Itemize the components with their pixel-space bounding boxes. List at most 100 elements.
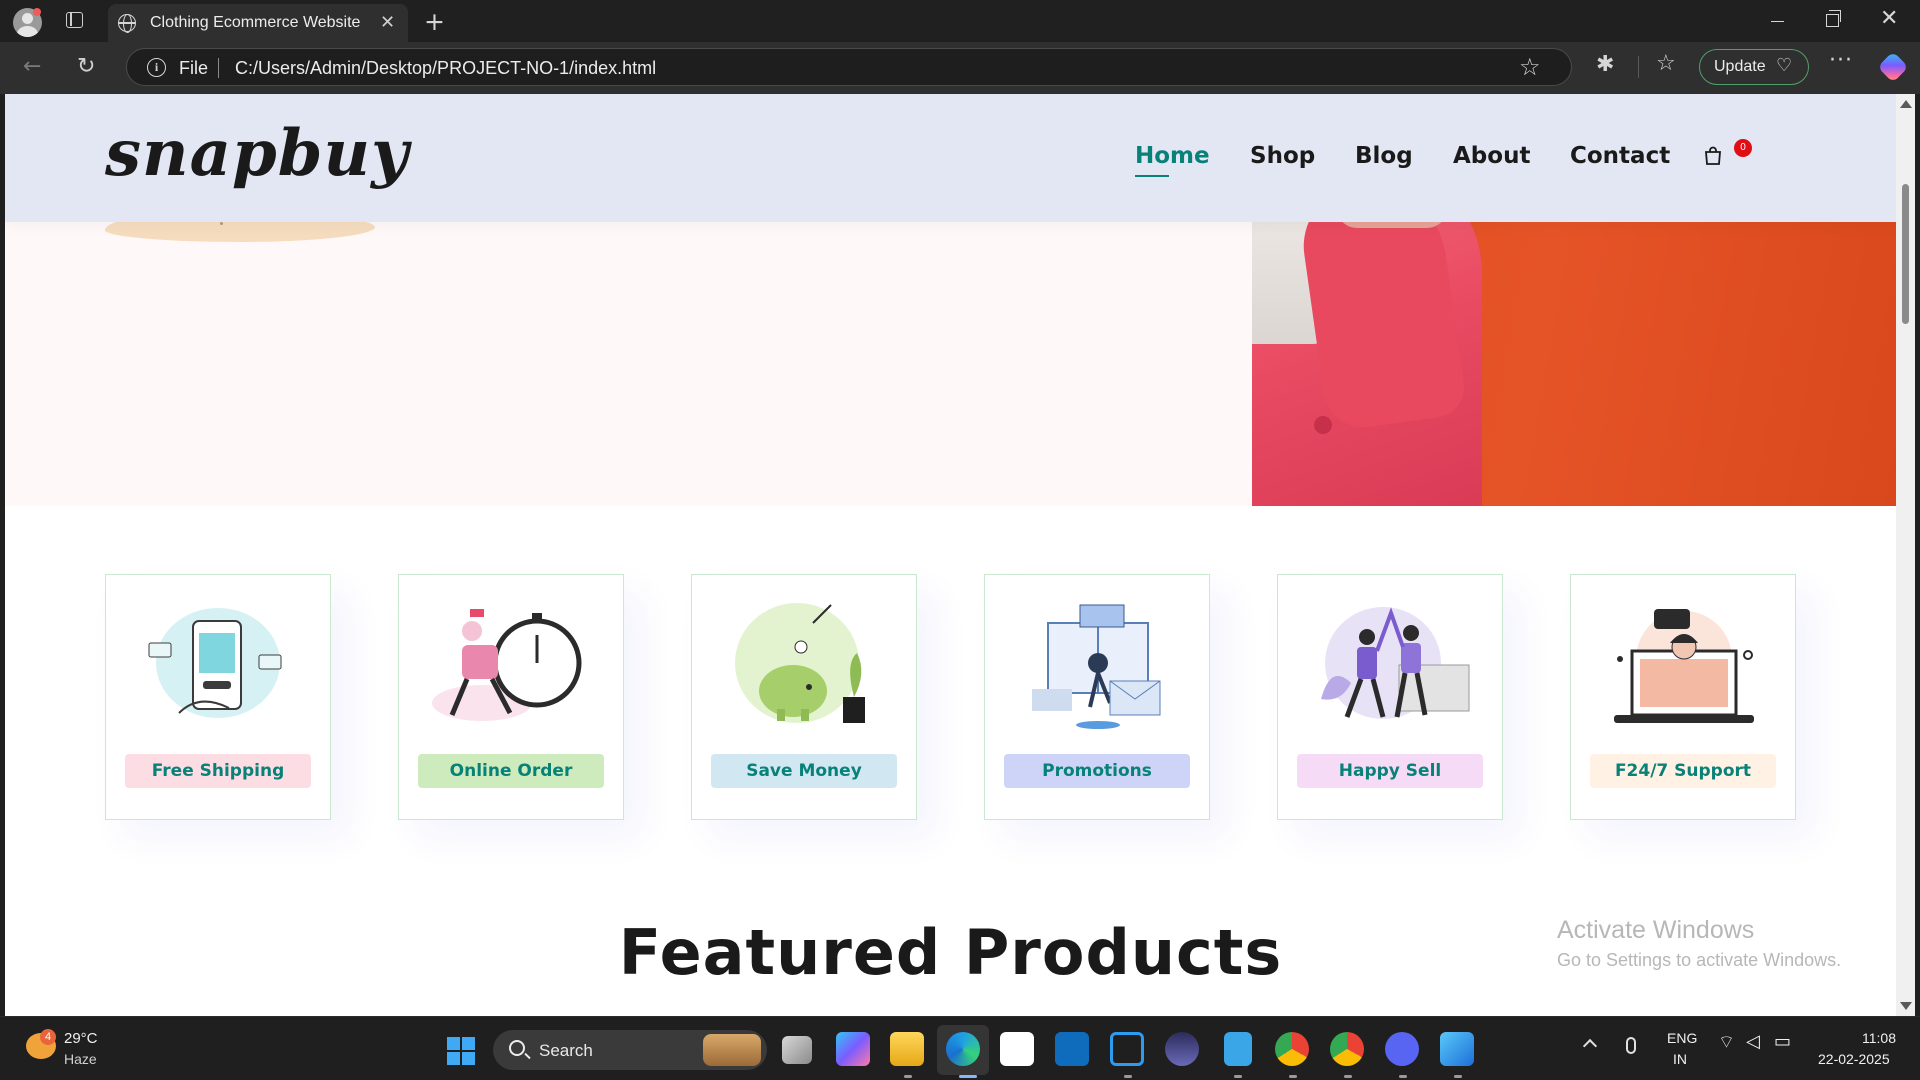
shopping-bag-icon[interactable] (1703, 146, 1723, 166)
address-separator (218, 58, 219, 78)
brush-detail (220, 222, 223, 225)
favorite-star-icon[interactable]: ☆ (1519, 53, 1541, 81)
restore-window-icon[interactable] (1826, 10, 1841, 27)
nav-shop-link[interactable]: Shop (1250, 143, 1315, 169)
browser-tab-active[interactable]: Clothing Ecommerce Website ✕ (108, 4, 408, 42)
tab-actions-icon[interactable] (66, 12, 83, 28)
vscode-icon[interactable] (1110, 1032, 1144, 1066)
search-icon (509, 1040, 525, 1056)
edge-browser-icon[interactable] (946, 1032, 980, 1066)
volume-icon[interactable]: ◁ (1746, 1031, 1760, 1052)
page-viewport: snapbuy Home Shop Blog About Contact 0 F… (5, 94, 1896, 1016)
scroll-down-arrow-icon[interactable] (1900, 1002, 1912, 1010)
cart-count-badge: 0 (1734, 139, 1752, 157)
toolbar-separator (1638, 56, 1639, 78)
site-header: snapbuy Home Shop Blog About Contact 0 (5, 94, 1896, 222)
weather-temperature[interactable]: 29°C (64, 1030, 98, 1047)
more-options-icon[interactable]: ··· (1829, 48, 1853, 73)
app-running-indicator (904, 1075, 912, 1078)
weather-description[interactable]: Haze (64, 1051, 97, 1067)
browser-tab-bar: Clothing Ecommerce Website ✕ + ✕ (0, 0, 1920, 42)
clock-date[interactable]: 22-02-2025 (1818, 1051, 1890, 1067)
copilot-icon[interactable] (1877, 51, 1909, 83)
search-highlight-image (703, 1034, 761, 1066)
search-label: Search (539, 1041, 593, 1060)
globe-icon (118, 14, 136, 33)
extensions-icon[interactable]: ✱ (1596, 52, 1614, 77)
chrome-profile-2-icon[interactable] (1330, 1032, 1364, 1066)
back-arrow-icon[interactable]: ← (23, 54, 41, 79)
clock-time[interactable]: 11:08 (1860, 1030, 1896, 1046)
feature-box-online-order[interactable]: Online Order (398, 574, 624, 820)
notepad-icon[interactable] (1224, 1032, 1252, 1066)
support-laptop-icon (1614, 609, 1754, 723)
profile-notification-dot (33, 8, 41, 16)
task-view-icon[interactable] (782, 1036, 812, 1064)
weather-alert-badge: 4 (40, 1029, 56, 1045)
feature-box-save-money[interactable]: Save Money (691, 574, 917, 820)
scroll-up-arrow-icon[interactable] (1900, 100, 1912, 108)
app-running-indicator (1399, 1075, 1407, 1078)
photos-icon[interactable] (1440, 1032, 1474, 1066)
input-region[interactable]: IN (1673, 1051, 1687, 1067)
input-language[interactable]: ENG (1667, 1030, 1697, 1046)
vertical-scrollbar[interactable] (1896, 94, 1915, 1016)
close-window-icon[interactable]: ✕ (1880, 6, 1898, 31)
feature-box-free-shipping[interactable]: Free Shipping (105, 574, 331, 820)
battery-icon[interactable]: ▭ (1774, 1031, 1791, 1052)
windows-taskbar: 4 29°C Haze Search ENG IN ⌔ ◁ ▭ 11:08 22… (0, 1016, 1920, 1080)
file-explorer-icon[interactable] (890, 1032, 924, 1066)
nav-about-link[interactable]: About (1453, 143, 1530, 169)
activate-windows-title: Activate Windows (1557, 916, 1755, 944)
nav-blog-link[interactable]: Blog (1355, 143, 1413, 169)
feature-label: Promotions (1004, 754, 1190, 788)
new-tab-icon[interactable]: + (424, 7, 445, 36)
url-text[interactable]: C:/Users/Admin/Desktop/PROJECT-NO-1/inde… (235, 58, 656, 79)
health-heart-icon: ♡ (1776, 55, 1793, 75)
protocol-label: File (179, 58, 209, 78)
feature-box-support[interactable]: F24/7 Support (1570, 574, 1796, 820)
app-running-indicator (1454, 1075, 1462, 1078)
feature-box-happy-sell[interactable]: Happy Sell (1277, 574, 1503, 820)
activate-windows-subtitle: Go to Settings to activate Windows. (1557, 950, 1842, 970)
feature-box-promotions[interactable]: Promotions (984, 574, 1210, 820)
eclipse-icon[interactable] (1165, 1032, 1199, 1066)
windows-start-icon[interactable] (447, 1037, 475, 1065)
nav-contact-link[interactable]: Contact (1570, 143, 1670, 169)
address-bar[interactable]: i File C:/Users/Admin/Desktop/PROJECT-NO… (126, 48, 1572, 86)
payment-phone-icon (148, 608, 282, 718)
feature-label: Online Order (418, 754, 604, 788)
scrollbar-thumb[interactable] (1902, 184, 1909, 324)
update-label: Update (1714, 58, 1766, 75)
site-logo[interactable]: snapbuy (105, 116, 409, 191)
favorites-icon[interactable]: ☆ (1656, 51, 1676, 76)
jacket-button (1314, 416, 1332, 434)
nav-home-link[interactable]: Home (1135, 143, 1210, 169)
microsoft-store-icon[interactable] (1000, 1032, 1034, 1066)
update-button[interactable]: Update ♡ (1699, 49, 1809, 85)
gift-envelope-icon (1032, 604, 1161, 729)
discord-icon[interactable] (1385, 1032, 1419, 1066)
app-running-indicator (1124, 1075, 1132, 1078)
high-five-icon (1321, 607, 1470, 719)
reload-icon[interactable]: ↻ (77, 54, 95, 79)
close-tab-icon[interactable]: ✕ (380, 12, 395, 33)
copilot-app-icon[interactable] (836, 1032, 870, 1066)
outlook-icon[interactable] (1055, 1032, 1089, 1066)
wifi-icon[interactable]: ⌔ (1718, 1031, 1735, 1054)
site-info-icon[interactable]: i (147, 58, 166, 77)
feature-label: F24/7 Support (1590, 754, 1776, 788)
feature-label: Save Money (711, 754, 897, 788)
edge-active-indicator (959, 1075, 977, 1078)
chrome-profile-1-icon[interactable] (1275, 1032, 1309, 1066)
tab-title: Clothing Ecommerce Website (150, 14, 361, 31)
minimize-window-icon[interactable] (1771, 21, 1784, 23)
taskbar-search-box[interactable]: Search (493, 1030, 767, 1070)
browser-toolbar: ← ↻ i File C:/Users/Admin/Desktop/PROJEC… (0, 42, 1920, 94)
show-hidden-icons-chevron-icon[interactable] (1582, 1038, 1598, 1054)
piggy-bank-icon (735, 603, 865, 723)
delivery-clock-icon (432, 609, 582, 721)
app-running-indicator (1289, 1075, 1297, 1078)
app-running-indicator (1344, 1075, 1352, 1078)
microphone-icon[interactable] (1626, 1037, 1636, 1054)
